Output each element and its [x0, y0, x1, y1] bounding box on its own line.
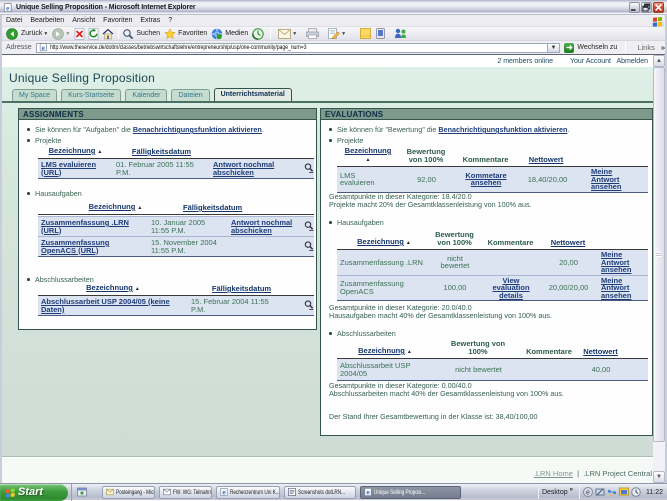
svg-text:e: e — [6, 5, 9, 12]
svg-text:e: e — [366, 489, 370, 496]
svg-text:e: e — [222, 489, 226, 496]
svg-text:e: e — [586, 490, 590, 497]
svg-text:e: e — [41, 45, 45, 52]
